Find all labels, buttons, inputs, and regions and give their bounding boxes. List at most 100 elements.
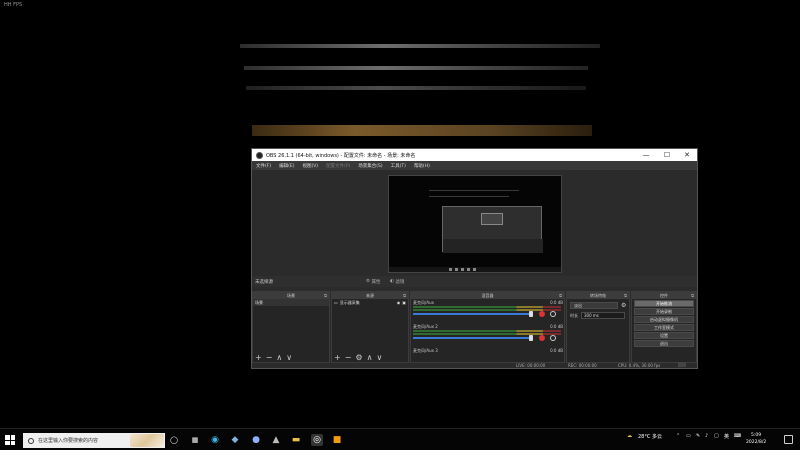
volume-slider-handle[interactable] [529, 335, 533, 341]
maximize-button[interactable]: ☐ [657, 149, 677, 161]
search-placeholder: 在这里输入你要搜索的内容 [38, 438, 99, 444]
level-meter [413, 309, 561, 311]
visibility-eye-icon[interactable]: ◉ [397, 300, 401, 305]
chevron-up-icon[interactable]: ⌃ [676, 433, 680, 439]
scene-item[interactable]: 场景 [253, 299, 329, 306]
preview-canvas[interactable] [388, 175, 562, 273]
mute-speaker-icon[interactable] [539, 335, 545, 341]
background-streak [252, 125, 592, 136]
background-streak [246, 86, 586, 90]
menu-view[interactable]: 视图(V) [298, 163, 322, 169]
mixer-dock-title: 混音器 [481, 293, 494, 298]
level-meter [413, 330, 561, 332]
source-item[interactable]: ▭ 显示器采集 ◉ ▣ [332, 299, 408, 306]
controls-dock-title: 控件 [660, 293, 668, 298]
channel-db: 0.0 dB [550, 324, 563, 329]
obs-window[interactable]: OBS 26.1.1 (64-bit, windows) - 配置文件: 未命名… [251, 148, 698, 369]
sources-toolbar: + − ⚙ ∧ ∨ [334, 353, 382, 362]
transition-settings-icon[interactable]: ⚙ [621, 302, 626, 309]
fps-overlay: HH FPS [4, 2, 23, 8]
start-recording-button[interactable]: 开始录制 [634, 308, 694, 315]
status-bar: LIVE: 00:00:00 REC: 00:00:00 CPU: 0.4%, … [252, 361, 697, 369]
menu-scene-collection[interactable]: 场景集合(S) [354, 163, 386, 169]
channel-settings-icon[interactable] [550, 335, 556, 341]
dock-float-icon[interactable]: ⧉ [324, 292, 327, 299]
transition-select[interactable]: 淡出 [570, 302, 618, 309]
obs-logo-icon [256, 151, 263, 159]
network-icon[interactable]: ▭ [686, 433, 691, 439]
level-meter [413, 306, 561, 308]
keyboard-icon[interactable]: ⌨ [734, 433, 741, 439]
dock-float-icon[interactable]: ⧉ [559, 292, 562, 299]
background-streak [240, 44, 600, 48]
rec-status: REC: 00:00:00 [568, 363, 597, 368]
weather-text[interactable]: 28°C 多云 [638, 433, 662, 440]
menu-tools[interactable]: 工具(T) [387, 163, 410, 169]
start-virtual-camera-button[interactable]: 启动虚拟摄像机 [634, 316, 694, 323]
settings-button[interactable]: 设置 [634, 332, 694, 339]
windows-start-icon[interactable] [5, 435, 15, 445]
dock-float-icon[interactable]: ⧉ [624, 292, 627, 299]
filters-label: 滤镜 [395, 279, 405, 285]
volume-slider[interactable] [413, 337, 531, 339]
mixer-channel: 麦克风/Aux 3 0.0 dB [413, 348, 563, 358]
duration-label: 时长 [570, 313, 578, 318]
filters-button[interactable]: ◐ 滤镜 [390, 278, 404, 285]
menu-file[interactable]: 文件(F) [252, 163, 275, 169]
network-status-icon [678, 362, 686, 367]
title-bar[interactable]: OBS 26.1.1 (64-bit, windows) - 配置文件: 未命名… [252, 149, 697, 161]
steam-icon[interactable]: ◆ [229, 434, 241, 446]
menu-profile[interactable]: 配置文件(P) [322, 163, 354, 169]
widgets-icon[interactable]: ▦ [189, 434, 201, 446]
controls-dock: 控件 ⧉ 开始推流 开始录制 启动虚拟摄像机 工作室模式 设置 退出 [631, 291, 697, 363]
sources-dock-title: 来源 [366, 293, 374, 298]
transitions-dock: 转场特效 ⧉ 淡出 ⚙ 时长 300 ms [566, 291, 630, 363]
dock-float-icon[interactable]: ⧉ [403, 292, 406, 299]
live-status: LIVE: 00:00:00 [516, 363, 546, 368]
scenes-dock-title: 场景 [287, 293, 295, 298]
mixer-channel: 麦克风/Aux 2 0.0 dB [413, 324, 563, 346]
notification-icon[interactable] [784, 435, 793, 444]
display-icon[interactable]: ▢ [714, 433, 719, 439]
transitions-dock-title: 转场特效 [590, 293, 606, 298]
menu-edit[interactable]: 编辑(E) [275, 163, 298, 169]
dock-float-icon[interactable]: ⧉ [691, 292, 694, 299]
monitor-icon: ▭ [334, 300, 338, 305]
channel-db: 0.0 dB [550, 300, 563, 305]
edge-icon[interactable]: ◉ [209, 434, 221, 446]
menu-help[interactable]: 帮助(H) [410, 163, 434, 169]
channel-db: 0.0 dB [550, 348, 563, 353]
app-icon[interactable]: ▲ [270, 434, 282, 446]
clock[interactable]: 5:09 2022/8/2 [746, 432, 766, 446]
studio-mode-button[interactable]: 工作室模式 [634, 324, 694, 331]
exit-button[interactable]: 退出 [634, 340, 694, 347]
app-orange-icon[interactable]: ■ [331, 434, 343, 446]
ime-indicator[interactable]: 英 [724, 433, 729, 440]
window-title: OBS 26.1.1 (64-bit, windows) - 配置文件: 未命名… [266, 152, 416, 159]
close-button[interactable]: ✕ [677, 149, 697, 161]
duration-input[interactable]: 300 ms [581, 312, 625, 319]
task-view-icon[interactable]: ◯ [168, 434, 180, 446]
scene-item-label: 场景 [255, 299, 263, 305]
pen-icon[interactable]: ✎ [696, 433, 700, 439]
volume-icon[interactable]: ♪ [705, 433, 708, 439]
app-icon[interactable]: ● [250, 434, 262, 446]
obs-icon[interactable]: ◎ [311, 434, 323, 446]
start-streaming-button[interactable]: 开始推流 [634, 300, 694, 307]
file-explorer-icon[interactable]: ▬ [290, 434, 302, 446]
duration-value: 300 ms [584, 313, 599, 318]
background-streak [244, 66, 588, 70]
minimize-button[interactable]: — [636, 149, 656, 161]
channel-name: 麦克风/Aux 3 [413, 348, 438, 353]
channel-settings-icon[interactable] [550, 311, 556, 317]
properties-button[interactable]: ⚙ 属性 [366, 278, 380, 285]
volume-slider[interactable] [413, 313, 531, 315]
taskbar-search-box[interactable]: 在这里输入你要搜索的内容 [23, 433, 165, 448]
no-source-label: 未选择源 [255, 280, 273, 285]
volume-slider-handle[interactable] [529, 311, 533, 317]
clock-date: 2022/8/2 [746, 440, 767, 445]
mute-speaker-icon[interactable] [539, 311, 545, 317]
source-toolbar: 未选择源 ⚙ 属性 ◐ 滤镜 [252, 276, 697, 287]
weather-icon[interactable]: ☁ [627, 433, 632, 439]
lock-icon[interactable]: ▣ [402, 300, 406, 305]
